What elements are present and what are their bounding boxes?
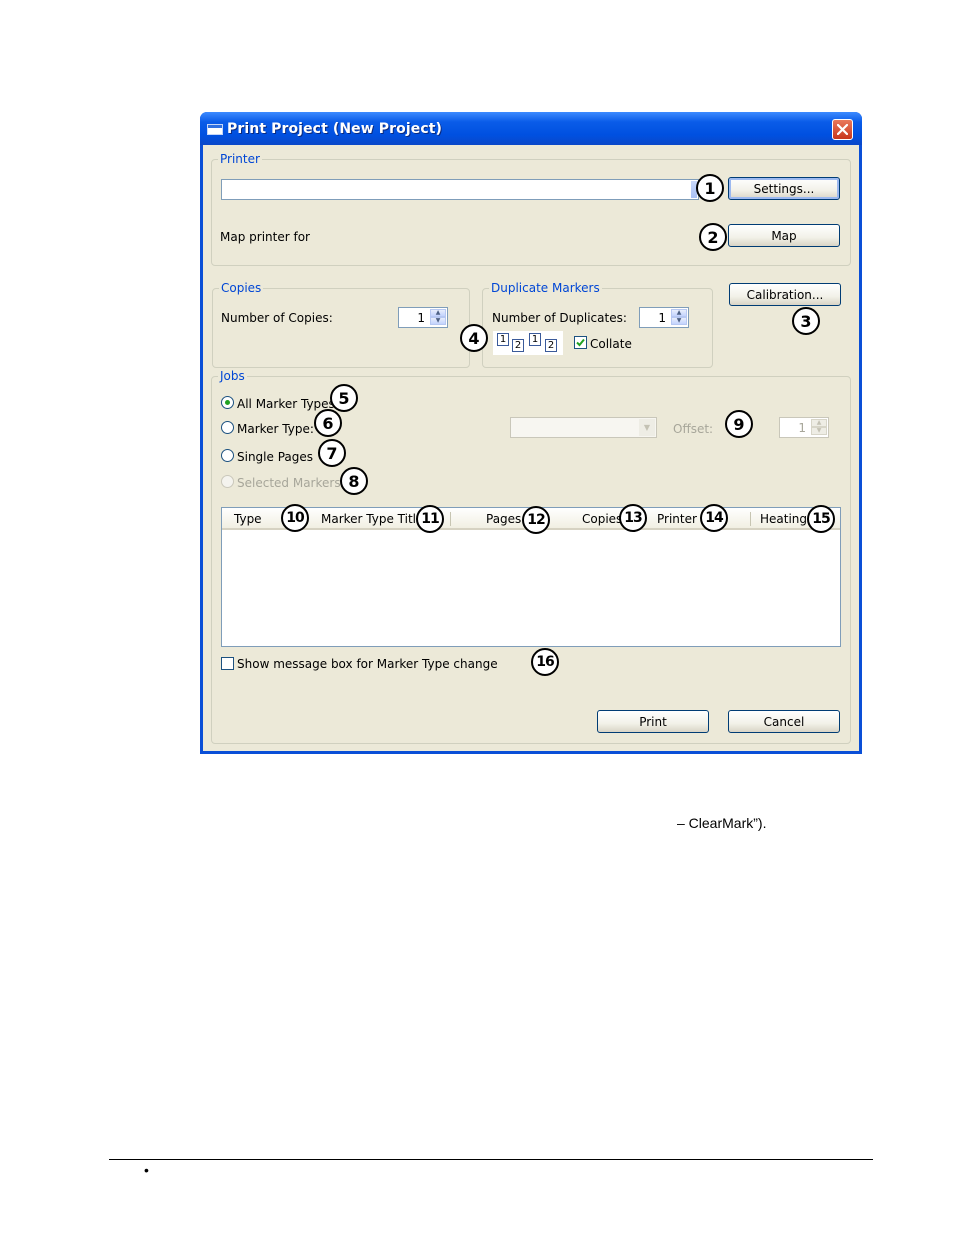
settings-button[interactable]: Settings... [728, 177, 840, 200]
callout-2: 2 [699, 223, 727, 251]
stepper-up-icon: ▲ [811, 419, 827, 427]
footer-rule [109, 1159, 873, 1160]
callout-6: 6 [314, 409, 342, 437]
callout-7: 7 [318, 439, 346, 467]
map-button[interactable]: Map [728, 224, 840, 247]
column-heating[interactable]: Heating [760, 512, 807, 526]
collate-label: Collate [590, 337, 632, 351]
copies-group: Copies [212, 281, 470, 368]
callout-13: 13 [619, 504, 647, 532]
column-marker-type-title[interactable]: Marker Type Title [321, 512, 423, 526]
radio-all-marker-types[interactable] [221, 396, 234, 409]
calibration-button[interactable]: Calibration... [729, 283, 841, 306]
print-button[interactable]: Print [597, 710, 709, 733]
callout-9: 9 [725, 410, 753, 438]
collate-preview-icon: 1 2 1 2 [493, 331, 563, 355]
stepper-arrows[interactable]: ▲ ▼ [430, 309, 446, 326]
callout-15: 15 [807, 505, 835, 533]
jobs-group-label: Jobs [218, 369, 247, 383]
checkmark-icon [576, 338, 585, 347]
column-separator[interactable] [450, 512, 451, 526]
title-bar[interactable]: Print Project (New Project) [200, 112, 862, 145]
cancel-button[interactable]: Cancel [728, 710, 840, 733]
stepper-down-icon[interactable]: ▼ [430, 317, 446, 325]
duplicate-markers-group: Duplicate Markers [482, 281, 713, 368]
callout-12: 12 [522, 506, 550, 534]
printer-select[interactable] [221, 179, 699, 200]
footer-bullet: • [144, 1162, 149, 1178]
show-message-checkbox[interactable] [221, 657, 234, 670]
calibration-button-label: Calibration... [746, 287, 824, 302]
callout-8: 8 [340, 467, 368, 495]
print-button-label: Print [639, 714, 667, 729]
single-pages-label[interactable]: Single Pages [237, 450, 313, 464]
duplicate-markers-group-label: Duplicate Markers [489, 281, 602, 295]
callout-4: 4 [460, 324, 488, 352]
callout-11: 11 [416, 505, 444, 533]
chevron-down-icon: ▼ [639, 419, 655, 436]
callout-16: 16 [531, 648, 559, 676]
callout-1: 1 [696, 174, 724, 202]
marker-type-label[interactable]: Marker Type: [237, 422, 314, 436]
offset-stepper: 1 ▲ ▼ [779, 417, 829, 438]
map-printer-label: Map printer for [220, 230, 310, 244]
cancel-button-label: Cancel [763, 714, 805, 729]
stepper-arrows: ▲ ▼ [811, 419, 827, 436]
column-copies[interactable]: Copies [582, 512, 622, 526]
selected-markers-label: Selected Markers [237, 476, 341, 490]
offset-value: 1 [798, 421, 806, 435]
printer-group-label: Printer [218, 152, 262, 166]
callout-14: 14 [700, 504, 728, 532]
callout-10: 10 [281, 504, 309, 532]
close-button[interactable] [832, 119, 853, 140]
body-text-fragment: – ClearMark”). [677, 815, 767, 831]
stepper-up-icon[interactable]: ▲ [671, 309, 687, 317]
radio-selected-markers [221, 475, 234, 488]
show-message-label[interactable]: Show message box for Marker Type change [237, 657, 498, 671]
radio-marker-type[interactable] [221, 421, 234, 434]
duplicates-stepper[interactable]: 1 ▲ ▼ [639, 307, 689, 328]
stepper-arrows[interactable]: ▲ ▼ [671, 309, 687, 326]
printer-group: Printer [211, 152, 851, 266]
callout-3: 3 [792, 307, 820, 335]
window-title: Print Project (New Project) [227, 121, 443, 137]
stepper-up-icon[interactable]: ▲ [430, 309, 446, 317]
close-icon [837, 124, 848, 135]
map-button-label: Map [771, 228, 797, 243]
column-printer[interactable]: Printer [657, 512, 697, 526]
radio-single-pages[interactable] [221, 449, 234, 462]
callout-5: 5 [330, 384, 358, 412]
all-marker-types-label[interactable]: All Marker Types [237, 397, 335, 411]
marker-type-select: ▼ [510, 417, 657, 438]
window-icon [207, 124, 223, 135]
settings-button-label: Settings... [753, 181, 815, 196]
stepper-down-icon: ▼ [811, 427, 827, 435]
collate-checkbox[interactable] [574, 336, 587, 349]
number-of-copies-label: Number of Copies: [221, 311, 333, 325]
number-of-duplicates-label: Number of Duplicates: [492, 311, 627, 325]
column-separator[interactable] [750, 512, 751, 526]
copies-group-label: Copies [219, 281, 264, 295]
stepper-down-icon[interactable]: ▼ [671, 317, 687, 325]
offset-label: Offset: [673, 422, 714, 436]
column-pages[interactable]: Pages [486, 512, 521, 526]
copies-value: 1 [417, 311, 425, 325]
column-type[interactable]: Type [234, 512, 262, 526]
copies-stepper[interactable]: 1 ▲ ▼ [398, 307, 448, 328]
duplicates-value: 1 [658, 311, 666, 325]
